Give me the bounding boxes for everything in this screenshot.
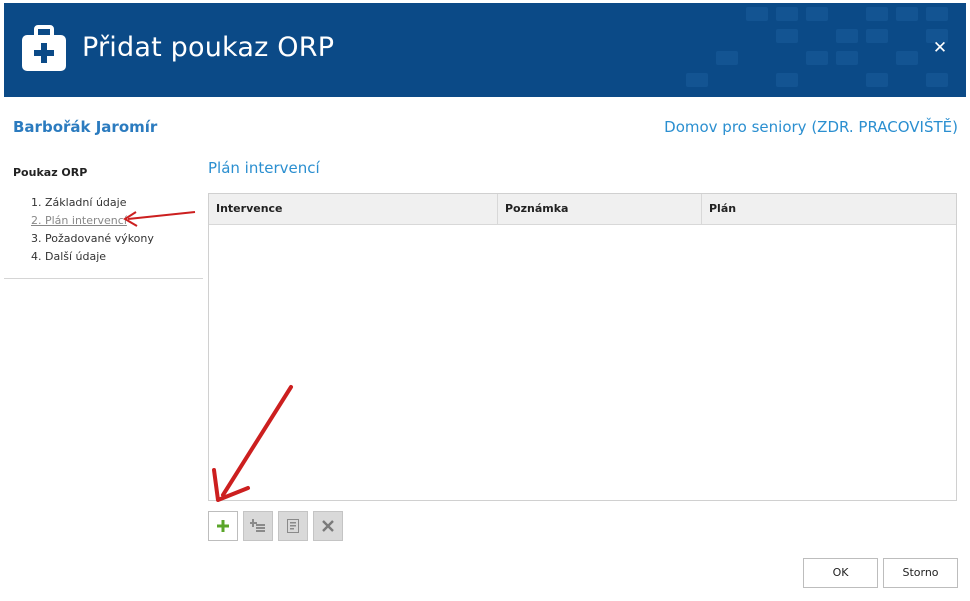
cancel-button[interactable]: Storno xyxy=(883,558,958,588)
grid-body xyxy=(209,225,956,501)
sidebar-divider xyxy=(4,278,203,279)
interventions-grid: Intervence Poznámka Plán xyxy=(208,193,957,501)
column-header-poznamka[interactable]: Poznámka xyxy=(498,194,702,224)
delete-x-icon xyxy=(322,520,334,532)
facility-name: Domov pro seniory (ZDR. PRACOVIŠTĚ) xyxy=(664,118,958,136)
grid-header: Intervence Poznámka Plán xyxy=(209,194,956,225)
step-intervention-plan[interactable]: 2. Plán intervencí xyxy=(31,214,154,232)
column-header-intervence[interactable]: Intervence xyxy=(209,194,498,224)
add-sub-item-icon xyxy=(250,519,265,532)
ok-button[interactable]: OK xyxy=(803,558,878,588)
sidebar-title: Poukaz ORP xyxy=(13,166,88,179)
edit-document-icon xyxy=(287,519,299,533)
add-button[interactable] xyxy=(208,511,238,541)
edit-button[interactable] xyxy=(278,511,308,541)
add-sub-item-button[interactable] xyxy=(243,511,273,541)
step-required-procedures[interactable]: 3. Požadované výkony xyxy=(31,232,154,250)
dialog-title: Přidat poukaz ORP xyxy=(82,32,335,63)
delete-button[interactable] xyxy=(313,511,343,541)
section-title: Plán intervencí xyxy=(208,159,320,177)
dialog-title-bar: Přidat poukaz ORP ✕ xyxy=(4,3,966,97)
wizard-steps: 1. Základní údaje 2. Plán intervencí 3. … xyxy=(31,196,154,268)
step-other-info[interactable]: 4. Další údaje xyxy=(31,250,154,268)
column-header-plan[interactable]: Plán xyxy=(702,194,956,224)
plus-icon xyxy=(217,520,229,532)
step-basic-info[interactable]: 1. Základní údaje xyxy=(31,196,154,214)
grid-toolbar xyxy=(208,511,343,541)
title-bar-pattern xyxy=(686,7,948,87)
patient-name: Barbořák Jaromír xyxy=(13,118,158,136)
close-icon[interactable]: ✕ xyxy=(930,38,950,58)
medical-kit-icon xyxy=(22,25,66,71)
